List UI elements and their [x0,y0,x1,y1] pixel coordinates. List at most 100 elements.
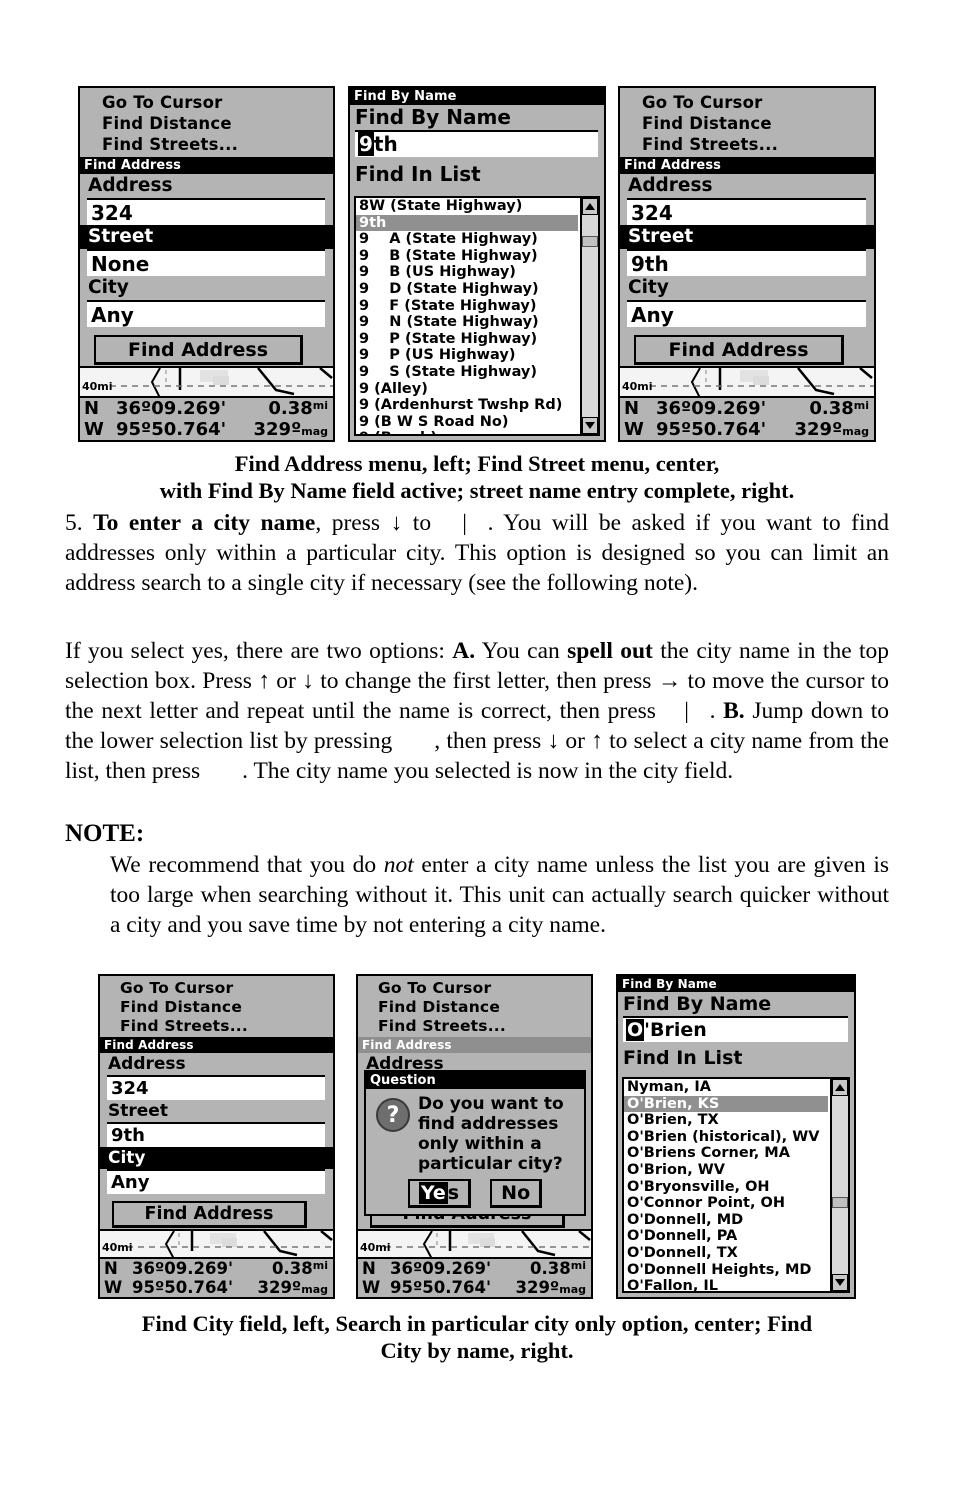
list-item[interactable]: 9 (B W S Road No) [356,414,578,431]
street-field-value[interactable]: None [87,249,325,276]
menu-item-go-to-cursor[interactable]: Go To Cursor [378,979,591,998]
menu-item-find-streets[interactable]: Find Streets... [378,1017,591,1036]
note-body: We recommend that you do not enter a cit… [110,850,889,940]
street-field-value[interactable]: 9th [107,1122,325,1147]
listbox-items: Nyman, IA O'Brien, KS O'Brien, TX O'Brie… [624,1079,828,1291]
step-number: 5. [65,510,83,536]
street-name-listbox[interactable]: 8W (State Highway) 9th 9 A (State Highwa… [354,196,600,436]
menu-item-find-distance[interactable]: Find Distance [378,998,591,1017]
gps-screen-find-city-field: Go To Cursor Find Distance Find Streets.… [98,974,335,1299]
menu-item-go-to-cursor[interactable]: Go To Cursor [120,979,333,998]
latitude-hemisphere: N [362,1259,376,1278]
list-item[interactable]: 9 S (State Highway) [356,364,578,381]
map-strip: 40mi [80,366,333,396]
menu-item-go-to-cursor[interactable]: Go To Cursor [102,92,333,113]
scroll-up-arrow-icon[interactable] [582,198,598,215]
list-item[interactable]: O'Brien, KS [624,1095,828,1113]
menu-item-find-streets[interactable]: Find Streets... [102,134,333,155]
list-item[interactable]: O'Connor Point, OH [624,1195,828,1212]
bearing-readout: 329ºmag [257,1278,328,1297]
status-bar: N 36º09.269' 0.38mi W 95º50.764' 329ºmag [80,396,333,440]
question-mark-icon: ? [376,1098,410,1132]
longitude-value: 95º50.764' [656,419,767,440]
address-field-value[interactable]: 324 [107,1075,325,1100]
map-roads-graphic [80,368,333,396]
city-field-value[interactable]: Any [87,300,325,327]
list-item[interactable]: 9 P (US Highway) [356,347,578,364]
scroll-down-arrow-icon[interactable] [832,1274,848,1291]
question-dialog-buttons: Ye s No [366,1179,584,1208]
list-item[interactable]: 9th [356,214,578,232]
find-in-list-label: Find In List [355,162,481,186]
list-item[interactable]: 9 N (State Highway) [356,314,578,331]
list-item[interactable]: 9 P (State Highway) [356,331,578,348]
street-field-value[interactable]: 9th [627,249,866,276]
address-field-value[interactable]: 324 [87,198,325,225]
list-item[interactable]: 9 B (State Highway) [356,248,578,265]
map-roads-graphic [620,368,874,396]
listbox-scrollbar[interactable] [580,198,598,434]
list-item[interactable]: 9 (Beach) [356,430,578,434]
list-item[interactable]: 9 A (State Highway) [356,231,578,248]
find-address-button[interactable]: Find Address [112,1201,307,1228]
find-address-button[interactable]: Find Address [94,335,303,365]
address-field-value[interactable]: 324 [627,198,866,225]
no-button[interactable]: No [490,1179,543,1208]
text-cursor: O [626,1019,645,1041]
latitude-value: 36º09.269' [132,1259,233,1278]
list-item[interactable]: O'Fallon, IL [624,1278,828,1291]
address-field-label: Address [100,1053,333,1075]
find-address-button[interactable]: Find Address [634,335,844,365]
list-item[interactable]: O'Donnell, MD [624,1212,828,1229]
list-item[interactable]: 8W (State Highway) [356,198,578,215]
longitude-hemisphere: W [84,419,104,440]
latitude-hemisphere: N [104,1259,118,1278]
list-item[interactable]: 9 B (US Highway) [356,264,578,281]
list-item[interactable]: 9 (Alley) [356,381,578,398]
figure2-caption-line2: City by name, right. [380,1338,574,1363]
scroll-down-arrow-icon[interactable] [582,417,598,434]
scrollbar-thumb[interactable] [582,236,598,247]
map-scale-label: 40mi [622,380,653,393]
note-heading: NOTE: [65,820,145,847]
gps-screen-find-address-street-none: Go To Cursor Find Distance Find Streets.… [78,86,335,442]
yes-button[interactable]: Ye s [407,1179,472,1208]
listbox-items: 8W (State Highway) 9th 9 A (State Highwa… [356,198,578,434]
status-bar: N 36º09.269' 0.38mi W 95º50.764' 329ºmag [358,1257,591,1297]
menu-item-go-to-cursor[interactable]: Go To Cursor [642,92,874,113]
menu-item-find-distance[interactable]: Find Distance [642,113,874,134]
list-item[interactable]: O'Brien (historical), WV [624,1129,828,1146]
list-item[interactable]: O'Bryonsville, OH [624,1179,828,1196]
menu-item-find-distance[interactable]: Find Distance [120,998,333,1017]
step-5-text-a: , press ↓ to [315,510,432,536]
list-item[interactable]: O'Brion, WV [624,1162,828,1179]
menu-item-find-streets[interactable]: Find Streets... [642,134,874,155]
menu-item-find-streets[interactable]: Find Streets... [120,1017,333,1036]
key-symbol-enter: | [684,698,689,724]
top-menu-list: Go To Cursor Find Distance Find Streets.… [100,976,333,1037]
figure2-caption-line1: Find City field, left, Search in particu… [141,1311,813,1336]
list-item[interactable]: O'Brien, TX [624,1112,828,1129]
list-item[interactable]: 9 D (State Highway) [356,281,578,298]
map-strip: 40mi [100,1229,333,1257]
menu-item-find-distance[interactable]: Find Distance [102,113,333,134]
list-item[interactable]: O'Donnell, PA [624,1228,828,1245]
city-field-value[interactable]: Any [627,300,866,327]
listbox-scrollbar[interactable] [830,1079,848,1291]
list-item[interactable]: O'Donnell Heights, MD [624,1262,828,1279]
find-by-name-input[interactable]: O'Brien [623,1016,848,1042]
list-item[interactable]: O'Donnell, TX [624,1245,828,1262]
city-field-value[interactable]: Any [107,1169,325,1194]
longitude-value: 95º50.764' [116,419,227,440]
list-item[interactable]: Nyman, IA [624,1079,828,1096]
distance-readout: 0.38mi [530,1259,586,1278]
scroll-up-arrow-icon[interactable] [832,1079,848,1096]
city-name-listbox[interactable]: Nyman, IA O'Brien, KS O'Brien, TX O'Brie… [622,1077,850,1293]
find-by-name-input[interactable]: 9th [355,130,598,157]
scrollbar-thumb[interactable] [832,1197,848,1208]
list-item[interactable]: O'Briens Corner, MA [624,1145,828,1162]
city-field-label: City [100,1147,333,1169]
list-item[interactable]: 9 (Ardenhurst Twshp Rd) [356,397,578,414]
figure1-caption-line2: with Find By Name field active; street n… [159,478,795,503]
list-item[interactable]: 9 F (State Highway) [356,298,578,315]
